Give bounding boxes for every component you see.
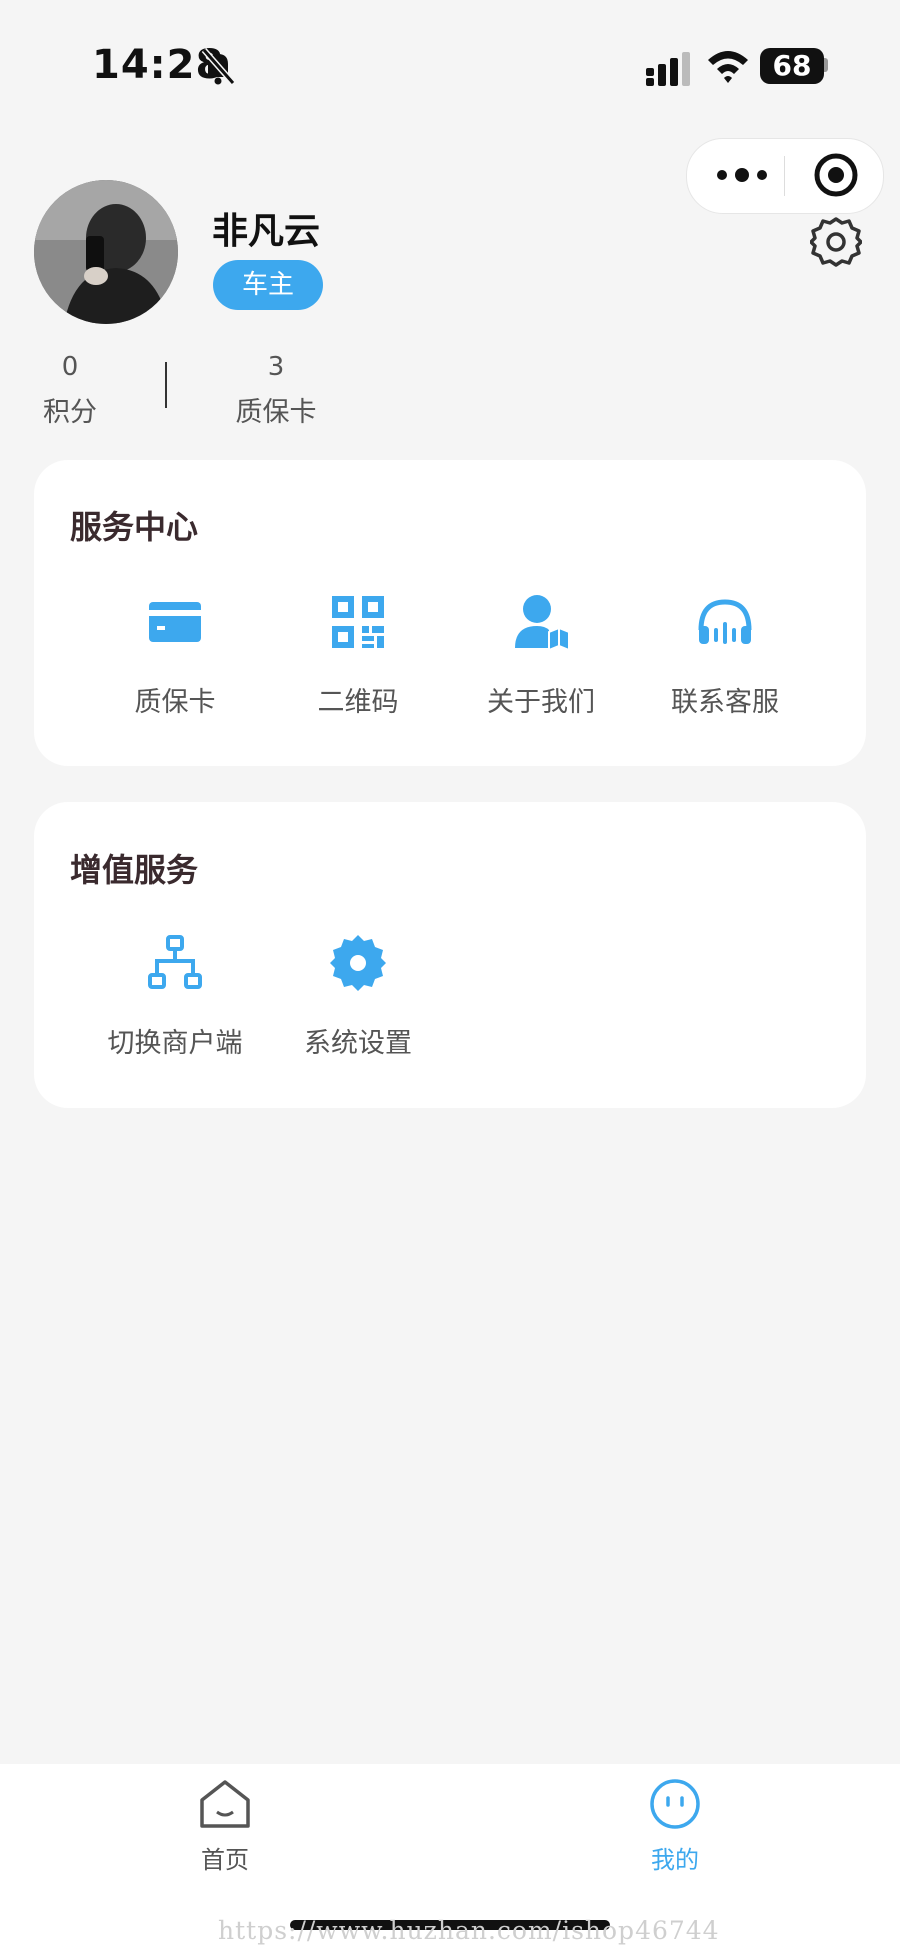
user-name: 非凡云 bbox=[212, 211, 321, 252]
warranty-count-label: 质保卡 bbox=[235, 397, 317, 428]
contact-support-button[interactable]: 联系客服 bbox=[640, 592, 810, 719]
signal-icon bbox=[646, 52, 690, 86]
tab-home-label: 首页 bbox=[201, 1846, 249, 1874]
qr-code-label: 二维码 bbox=[317, 687, 399, 718]
contact-support-label: 联系客服 bbox=[671, 687, 779, 718]
service-center-title: 服务中心 bbox=[70, 508, 199, 546]
points-value: 0 bbox=[61, 352, 79, 382]
capsule-divider bbox=[784, 156, 785, 196]
smiley-icon bbox=[650, 1779, 700, 1829]
tab-home[interactable]: 首页 bbox=[155, 1776, 295, 1875]
avatar[interactable] bbox=[34, 180, 178, 324]
warranty-card-label: 质保卡 bbox=[134, 687, 216, 718]
warranty-count-value: 3 bbox=[267, 352, 285, 382]
more-icon[interactable] bbox=[712, 157, 772, 193]
points-label: 积分 bbox=[43, 397, 97, 428]
home-icon bbox=[200, 1780, 250, 1828]
about-us-button[interactable]: 关于我们 bbox=[456, 592, 626, 719]
credit-card-icon bbox=[149, 602, 201, 642]
qr-code-button[interactable]: 二维码 bbox=[273, 592, 443, 719]
system-settings-label: 系统设置 bbox=[304, 1028, 412, 1059]
system-settings-button[interactable]: 系统设置 bbox=[273, 933, 443, 1060]
about-us-label: 关于我们 bbox=[487, 687, 595, 718]
switch-merchant-button[interactable]: 切换商户端 bbox=[90, 933, 260, 1060]
wifi-icon bbox=[708, 51, 748, 83]
switch-merchant-label: 切换商户端 bbox=[107, 1028, 243, 1059]
sitemap-icon bbox=[148, 935, 202, 989]
tab-mine[interactable]: 我的 bbox=[605, 1776, 745, 1875]
role-badge: 车主 bbox=[213, 260, 323, 310]
bell-off-icon bbox=[201, 48, 236, 85]
stats-divider bbox=[165, 362, 167, 408]
qr-code-icon bbox=[332, 596, 384, 648]
value-added-title: 增值服务 bbox=[70, 851, 199, 889]
warranty-card-button[interactable]: 质保卡 bbox=[90, 592, 260, 719]
watermark-text: https://www.huzhan.com/ishop46744 bbox=[218, 1916, 720, 1945]
battery-indicator: 68 bbox=[760, 48, 824, 84]
battery-tip bbox=[824, 58, 828, 72]
gear-icon bbox=[330, 935, 386, 991]
close-target-icon[interactable] bbox=[812, 151, 860, 199]
avatar-photo bbox=[34, 180, 178, 324]
tab-mine-label: 我的 bbox=[651, 1846, 699, 1874]
headset-icon bbox=[698, 599, 752, 644]
settings-gear-icon[interactable] bbox=[810, 216, 862, 268]
user-book-icon bbox=[515, 595, 570, 652]
